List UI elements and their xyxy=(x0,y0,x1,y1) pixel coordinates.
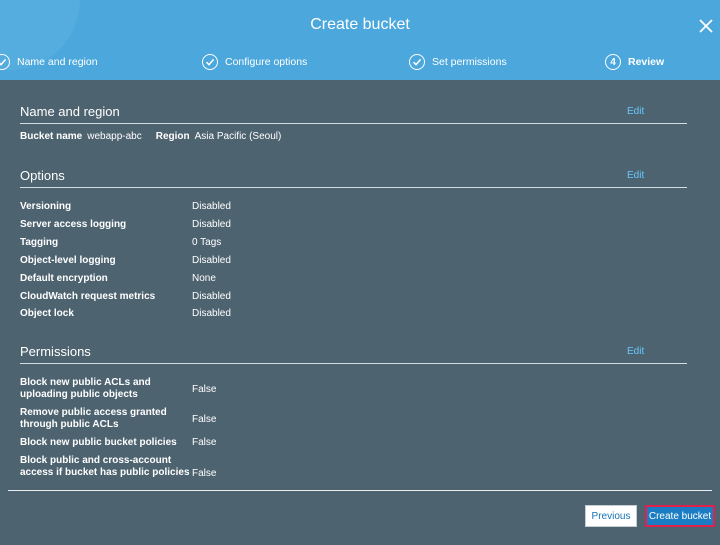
section-divider xyxy=(20,123,687,124)
step-name-and-region[interactable]: Name and region xyxy=(0,52,98,72)
permission-value: False xyxy=(192,384,217,395)
option-value: Disabled xyxy=(192,291,231,302)
section-title-name-region: Name and region xyxy=(20,104,120,119)
footer-divider xyxy=(8,490,712,491)
permission-label: Block public and cross-account access if… xyxy=(20,455,190,478)
option-label: Object lock xyxy=(20,308,74,319)
review-content: Name and region Edit Bucket name webapp-a… xyxy=(0,80,720,490)
option-value: Disabled xyxy=(192,308,231,319)
step-label: Configure options xyxy=(225,56,308,68)
option-value: Disabled xyxy=(192,201,231,212)
wizard-header: Create bucket Name and region Configure … xyxy=(0,0,720,80)
option-label: Tagging xyxy=(20,237,59,248)
section-divider xyxy=(20,187,687,188)
permission-value: False xyxy=(192,468,217,479)
check-circle-icon xyxy=(0,54,10,70)
region-value: Asia Pacific (Seoul) xyxy=(194,131,282,142)
check-circle-icon xyxy=(202,54,218,70)
check-circle-icon xyxy=(409,54,425,70)
option-label: Versioning xyxy=(20,201,72,212)
region-label: Region xyxy=(155,131,190,142)
option-label: CloudWatch request metrics xyxy=(20,291,156,302)
option-value: None xyxy=(192,273,216,284)
close-icon[interactable] xyxy=(696,16,716,36)
dialog-title: Create bucket xyxy=(310,16,410,33)
step-label: Review xyxy=(628,56,665,68)
option-value: Disabled xyxy=(192,219,231,230)
section-title-permissions: Permissions xyxy=(20,344,91,359)
step-label: Set permissions xyxy=(432,56,507,68)
option-label: Server access logging xyxy=(20,219,127,230)
option-value: Disabled xyxy=(192,255,231,266)
create-bucket-button[interactable]: Create bucket xyxy=(645,505,715,527)
previous-button[interactable]: Previous xyxy=(585,505,637,527)
permission-label: Block new public ACLs and uploading publ… xyxy=(20,377,151,400)
section-divider xyxy=(20,363,687,364)
option-label: Default encryption xyxy=(20,273,108,284)
step-label: Name and region xyxy=(17,56,98,68)
edit-name-region-link[interactable]: Edit xyxy=(627,106,644,117)
section-title-options: Options xyxy=(20,168,65,183)
edit-permissions-link[interactable]: Edit xyxy=(627,346,644,357)
permission-label: Remove public access granted through pub… xyxy=(20,407,167,430)
step-configure-options[interactable]: Configure options xyxy=(202,52,307,72)
bucket-name-label: Bucket name xyxy=(20,131,83,142)
bucket-name-value: webapp-abc xyxy=(87,131,142,142)
edit-options-link[interactable]: Edit xyxy=(627,170,644,181)
permission-value: False xyxy=(192,437,217,448)
permission-label: Block new public bucket policies xyxy=(20,437,177,448)
name-region-summary: Bucket name webapp-abc Region Asia Pacific … xyxy=(20,131,295,142)
step-review[interactable]: 4 Review xyxy=(605,52,664,72)
step-set-permissions[interactable]: Set permissions xyxy=(409,52,507,72)
step-number: 4 xyxy=(605,54,621,70)
option-value: 0 Tags xyxy=(192,237,222,248)
permission-value: False xyxy=(192,414,217,425)
option-label: Object-level logging xyxy=(20,255,116,266)
